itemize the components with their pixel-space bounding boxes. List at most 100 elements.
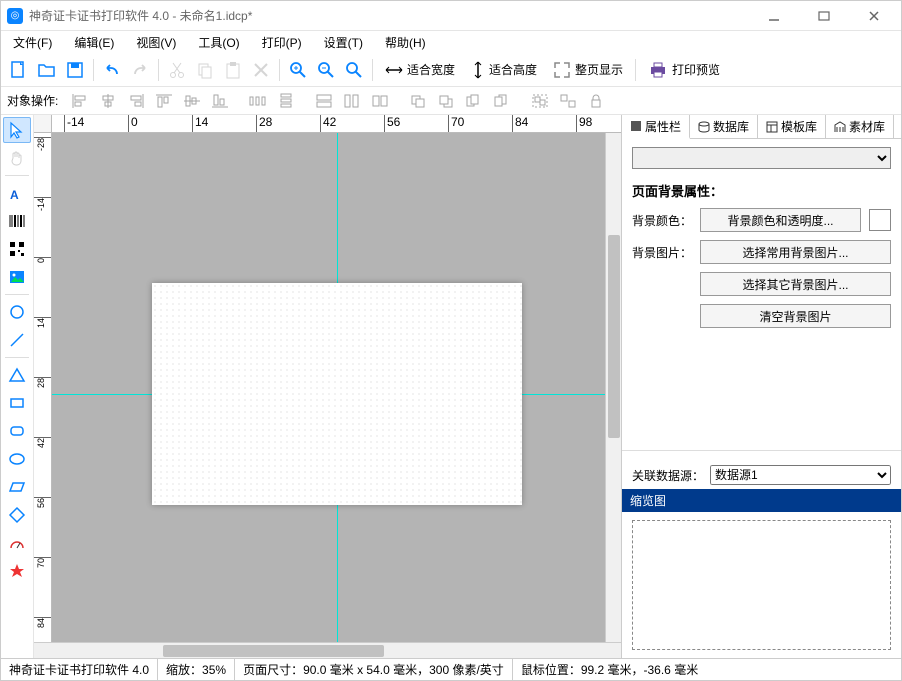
- new-button[interactable]: [5, 56, 33, 84]
- tool-gauge[interactable]: [3, 530, 31, 556]
- menu-tools[interactable]: 工具(O): [192, 32, 245, 53]
- menu-view[interactable]: 视图(V): [130, 32, 182, 53]
- tab-properties[interactable]: 属性栏: [622, 115, 690, 139]
- menu-settings[interactable]: 设置(T): [318, 32, 369, 53]
- tool-parallelogram[interactable]: [3, 474, 31, 500]
- data-source-select[interactable]: 数据源1: [710, 465, 891, 485]
- bg-color-swatch[interactable]: [869, 209, 891, 231]
- assets-icon: [834, 121, 846, 133]
- bg-image-other-button[interactable]: 选择其它背景图片...: [700, 272, 891, 296]
- paste-button[interactable]: [219, 56, 247, 84]
- tab-database[interactable]: 数据库: [690, 115, 758, 138]
- menu-edit[interactable]: 编辑(E): [68, 32, 120, 53]
- statusbar: 神奇证卡证书打印软件 4.0 缩放：35% 页面尺寸：90.0 毫米 x 54.…: [1, 658, 901, 680]
- fit-height-label: 适合高度: [489, 61, 537, 78]
- open-button[interactable]: [33, 56, 61, 84]
- close-button[interactable]: [859, 6, 889, 26]
- tool-palette: A: [1, 115, 34, 658]
- status-mouse: 鼠标位置：99.2 毫米，-36.6 毫米: [513, 659, 706, 680]
- ruler-corner: [34, 115, 52, 133]
- fit-width-button[interactable]: 适合宽度: [377, 56, 463, 84]
- bg-image-label: 背景图片：: [632, 244, 692, 261]
- minimize-button[interactable]: [759, 6, 789, 26]
- tool-diamond[interactable]: [3, 502, 31, 528]
- group-icon: [528, 90, 552, 112]
- menu-file[interactable]: 文件(F): [7, 32, 58, 53]
- vertical-ruler[interactable]: -28-140142842567084: [34, 133, 52, 642]
- tab-assets-label: 素材库: [849, 118, 885, 135]
- menu-help[interactable]: 帮助(H): [379, 32, 432, 53]
- templates-icon: [766, 121, 778, 133]
- tool-text[interactable]: A: [3, 180, 31, 206]
- align-top-icon: [152, 90, 176, 112]
- bg-section-title: 页面背景属性：: [632, 181, 891, 200]
- align-right-icon: [124, 90, 148, 112]
- zoom-in-button[interactable]: [284, 56, 312, 84]
- tool-ellipse[interactable]: [3, 446, 31, 472]
- tool-line[interactable]: [3, 327, 31, 353]
- undo-button[interactable]: [98, 56, 126, 84]
- tool-circle[interactable]: [3, 299, 31, 325]
- tab-templates-label: 模板库: [781, 118, 817, 135]
- align-left-icon: [68, 90, 92, 112]
- thumbnail-header: 缩览图: [622, 489, 901, 512]
- delete-button[interactable]: [247, 56, 275, 84]
- data-source-row: 关联数据源： 数据源1: [622, 461, 901, 489]
- horizontal-ruler[interactable]: -14014284256708498: [52, 115, 605, 133]
- titlebar: ◎ 神奇证卡证书打印软件 4.0 - 未命名1.idcp*: [1, 1, 901, 31]
- full-page-button[interactable]: 整页显示: [545, 56, 631, 84]
- page[interactable]: [152, 283, 522, 505]
- bg-image-common-button[interactable]: 选择常用背景图片...: [700, 240, 891, 264]
- canvas-wrap: -14014284256708498 -28-140142842567084: [34, 115, 621, 658]
- tool-hand[interactable]: [3, 145, 31, 171]
- align-center-h-icon: [96, 90, 120, 112]
- bg-color-button[interactable]: 背景颜色和透明度...: [700, 208, 861, 232]
- tab-templates[interactable]: 模板库: [758, 115, 826, 138]
- cut-button[interactable]: [163, 56, 191, 84]
- send-back-icon: [434, 90, 458, 112]
- fit-height-button[interactable]: 适合高度: [463, 56, 545, 84]
- object-toolbar: 对象操作:: [1, 87, 901, 115]
- align-middle-icon: [180, 90, 204, 112]
- app-icon: ◎: [7, 8, 23, 24]
- lock-icon: [584, 90, 608, 112]
- zoom-region-button[interactable]: [340, 56, 368, 84]
- bring-forward-icon: [462, 90, 486, 112]
- same-width-icon: [312, 90, 336, 112]
- tool-triangle[interactable]: [3, 362, 31, 388]
- tool-rectangle[interactable]: [3, 390, 31, 416]
- thumbnail-box: [632, 520, 891, 650]
- tool-select[interactable]: [3, 117, 31, 143]
- tool-image[interactable]: [3, 264, 31, 290]
- status-page-size: 页面尺寸：90.0 毫米 x 54.0 毫米，300 像素/英寸: [235, 659, 513, 680]
- print-preview-button[interactable]: 打印预览: [640, 56, 728, 84]
- copy-button[interactable]: [191, 56, 219, 84]
- properties-body: 页面背景属性： 背景颜色： 背景颜色和透明度... 背景图片： 选择常用背景图片…: [622, 139, 901, 440]
- canvas[interactable]: [52, 133, 605, 642]
- status-zoom: 缩放：35%: [158, 659, 235, 680]
- object-selector[interactable]: [632, 147, 891, 169]
- right-panel: 属性栏 数据库 模板库 素材库 页面背景属性： 背景颜色： 背景颜色和透明度..…: [621, 115, 901, 658]
- redo-button[interactable]: [126, 56, 154, 84]
- same-size-icon: [368, 90, 392, 112]
- workarea: A -14014284256708498 -28-140142842567084: [1, 115, 901, 658]
- tool-star[interactable]: [3, 558, 31, 584]
- horizontal-scrollbar[interactable]: [34, 642, 621, 658]
- status-app: 神奇证卡证书打印软件 4.0: [1, 659, 158, 680]
- vertical-scrollbar[interactable]: [605, 133, 621, 642]
- tool-rounded-rect[interactable]: [3, 418, 31, 444]
- bg-image-clear-button[interactable]: 清空背景图片: [700, 304, 891, 328]
- tool-barcode[interactable]: [3, 208, 31, 234]
- zoom-out-button[interactable]: [312, 56, 340, 84]
- menubar: 文件(F) 编辑(E) 视图(V) 工具(O) 打印(P) 设置(T) 帮助(H…: [1, 31, 901, 53]
- maximize-button[interactable]: [809, 6, 839, 26]
- print-preview-label: 打印预览: [672, 61, 720, 78]
- data-source-label: 关联数据源：: [632, 467, 704, 484]
- save-button[interactable]: [61, 56, 89, 84]
- tab-assets[interactable]: 素材库: [826, 115, 894, 138]
- bring-front-icon: [406, 90, 430, 112]
- database-icon: [698, 121, 710, 133]
- main-toolbar: 适合宽度 适合高度 整页显示 打印预览: [1, 53, 901, 87]
- tool-qrcode[interactable]: [3, 236, 31, 262]
- menu-print[interactable]: 打印(P): [256, 32, 308, 53]
